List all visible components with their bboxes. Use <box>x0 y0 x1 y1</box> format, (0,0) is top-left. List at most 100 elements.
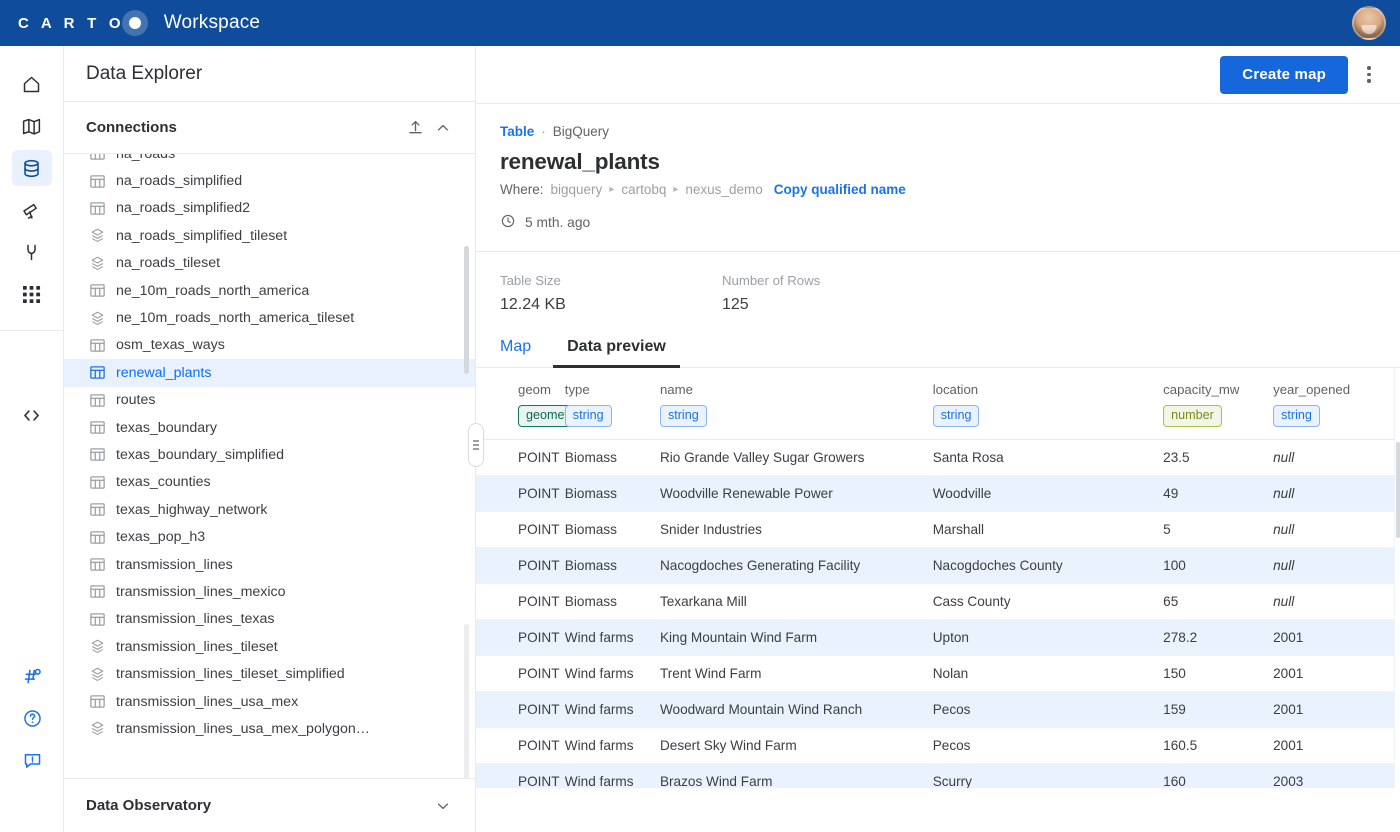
table-row[interactable]: POINT Wind farms Brazos Wind Farm Scurry 160… <box>476 763 1400 788</box>
cell-type: Wind farms <box>564 655 660 693</box>
cell-name: Woodward Mountain Wind Ranch <box>659 691 933 729</box>
tab-map[interactable]: Map <box>500 338 553 367</box>
data-explorer-panel: Data Explorer Connections na_roadsna_roa… <box>64 46 476 832</box>
table-row[interactable]: POINT Biomass Snider Industries Marshall 5 nu… <box>476 511 1400 549</box>
tree-item-routes[interactable]: routes <box>64 387 475 414</box>
cell-type: Biomass <box>564 511 660 549</box>
tree-item-osm-texas-ways[interactable]: osm_texas_ways <box>64 332 475 359</box>
tree-item-transmission-lines[interactable]: transmission_lines <box>64 551 475 578</box>
create-map-button[interactable]: Create map <box>1220 55 1348 94</box>
where-path-2[interactable]: nexus_demo <box>685 182 762 197</box>
table-row[interactable]: POINT Wind farms Woodward Mountain Wind Ra… <box>476 691 1400 729</box>
tree-item-transmission-lines-mexico[interactable]: transmission_lines_mexico <box>64 578 475 605</box>
rail-item-help[interactable] <box>12 700 52 736</box>
rail-item-connections[interactable] <box>12 234 52 270</box>
table-row[interactable]: POINT Biomass Nacogdoches Generating Facil… <box>476 547 1400 585</box>
table-tree[interactable]: na_roads na_roads_simplified na_roads_simp… <box>64 154 475 778</box>
stat-number-of-rows: Number of Rows 125 <box>722 273 944 314</box>
cell-geom: POINT <box>476 655 565 693</box>
cell-location: Pecos <box>932 691 1164 729</box>
table-row[interactable]: POINT Biomass Rio Grande Valley Sugar Grow… <box>476 439 1400 477</box>
tree-item-transmission-lines-usa-mex[interactable]: transmission_lines_usa_mex <box>64 688 475 715</box>
table-row[interactable]: POINT Biomass Texarkana Mill Cass County 65 n… <box>476 583 1400 621</box>
connections-section-header[interactable]: Connections <box>64 102 475 154</box>
panel-resize-handle[interactable] <box>468 423 484 467</box>
cell-name: Nacogdoches Generating Facility <box>659 547 933 585</box>
column-header-geom[interactable]: geom geometry <box>476 368 587 441</box>
tree-item-na-roads[interactable]: na_roads <box>64 154 475 167</box>
tree-item-na-roads-simplified[interactable]: na_roads_simplified <box>64 167 475 194</box>
rail-primary-group <box>0 46 63 312</box>
tree-item-label: texas_pop_h3 <box>116 529 206 546</box>
tree-item-ne-10m-roads-north-america-tileset[interactable]: ne_10m_roads_north_america_tileset <box>64 304 475 331</box>
where-label: Where: <box>500 182 544 197</box>
cell-capacity_mw: 150 <box>1163 655 1274 693</box>
cell-year_opened: null <box>1273 511 1400 549</box>
table-icon <box>88 446 106 464</box>
column-header-capacity_mw[interactable]: capacity_mw number <box>1163 368 1274 441</box>
breadcrumb-type[interactable]: Table <box>500 124 534 139</box>
stat-table-size: Table Size 12.24 KB <box>500 273 722 314</box>
last-updated-text: 5 mth. ago <box>525 215 591 230</box>
tree-scrollbar-track[interactable] <box>464 624 469 778</box>
tree-item-texas-counties[interactable]: texas_counties <box>64 469 475 496</box>
rail-item-maps[interactable] <box>12 108 52 144</box>
table-row[interactable]: POINT Wind farms Trent Wind Farm Nolan 150 20… <box>476 655 1400 693</box>
column-header-name[interactable]: name string <box>659 368 933 441</box>
tree-item-na-roads-simplified2[interactable]: na_roads_simplified2 <box>64 195 475 222</box>
tree-item-transmission-lines-usa-mex-polygon-[interactable]: transmission_lines_usa_mex_polygon… <box>64 715 475 742</box>
cell-capacity_mw: 160 <box>1163 763 1274 788</box>
carto-logo[interactable]: C A R T O Workspace <box>18 10 260 36</box>
where-path-1[interactable]: cartobq <box>621 182 666 197</box>
cell-year_opened: null <box>1273 547 1400 585</box>
tree-item-ne-10m-roads-north-america[interactable]: ne_10m_roads_north_america <box>64 277 475 304</box>
tree-item-transmission-lines-tileset[interactable]: transmission_lines_tileset <box>64 633 475 660</box>
rail-item-apps[interactable] <box>12 276 52 312</box>
rail-item-whats-new[interactable] <box>12 658 52 694</box>
column-type-badge: number <box>1163 405 1222 428</box>
tree-scrollbar-thumb[interactable] <box>464 246 469 374</box>
kebab-menu-icon[interactable] <box>1352 58 1386 92</box>
chevron-up-icon[interactable] <box>429 114 457 142</box>
tree-item-texas-boundary[interactable]: texas_boundary <box>64 414 475 441</box>
rail-item-data[interactable] <box>11 150 52 186</box>
column-header-location[interactable]: location string <box>932 368 1164 441</box>
avatar[interactable] <box>1352 6 1386 40</box>
content-tabs: Map Data preview <box>476 338 1400 368</box>
table-icon <box>88 501 106 519</box>
tree-item-texas-highway-network[interactable]: texas_highway_network <box>64 496 475 523</box>
tree-item-texas-boundary-simplified[interactable]: texas_boundary_simplified <box>64 441 475 468</box>
table-icon <box>88 282 106 300</box>
data-observatory-section[interactable]: Data Observatory <box>64 778 475 832</box>
table-icon <box>88 693 106 711</box>
where-path-0[interactable]: bigquery <box>551 182 603 197</box>
help-circle-icon <box>22 708 43 729</box>
tree-item-na-roads-tileset[interactable]: na_roads_tileset <box>64 250 475 277</box>
table-row[interactable]: POINT Wind farms King Mountain Wind Farm Up… <box>476 619 1400 657</box>
column-header-type[interactable]: type string <box>564 368 660 441</box>
tree-item-na-roads-simplified-tileset[interactable]: na_roads_simplified_tileset <box>64 222 475 249</box>
rail-item-home[interactable] <box>12 66 52 102</box>
rail-item-observatory[interactable] <box>12 192 52 228</box>
tree-item-transmission-lines-tileset-simplified[interactable]: transmission_lines_tileset_simplified <box>64 660 475 687</box>
cell-year_opened: 2001 <box>1273 691 1400 729</box>
rail-item-developers[interactable] <box>12 397 52 433</box>
cell-name: Trent Wind Farm <box>659 655 933 693</box>
tree-item-renewal-plants[interactable]: renewal_plants <box>64 359 475 387</box>
table-row[interactable]: POINT Wind farms Desert Sky Wind Farm Pecos… <box>476 727 1400 765</box>
table-vertical-scrollbar[interactable] <box>1394 368 1400 788</box>
tree-item-label: na_roads <box>116 154 175 162</box>
column-name: geom <box>518 382 551 397</box>
tab-data-preview[interactable]: Data preview <box>553 338 680 368</box>
tree-item-transmission-lines-texas[interactable]: transmission_lines_texas <box>64 606 475 633</box>
home-icon <box>21 74 42 95</box>
cell-location: Cass County <box>932 583 1164 621</box>
tree-item-texas-pop-h3[interactable]: texas_pop_h3 <box>64 523 475 550</box>
chevron-down-icon[interactable] <box>429 792 457 820</box>
upload-icon[interactable] <box>401 114 429 142</box>
rail-item-feedback[interactable] <box>12 742 52 778</box>
table-icon <box>88 391 106 409</box>
column-header-year_opened[interactable]: year_opened string <box>1273 368 1400 441</box>
copy-qualified-name-link[interactable]: Copy qualified name <box>774 182 906 197</box>
table-row[interactable]: POINT Biomass Woodville Renewable Power Woo… <box>476 475 1400 513</box>
